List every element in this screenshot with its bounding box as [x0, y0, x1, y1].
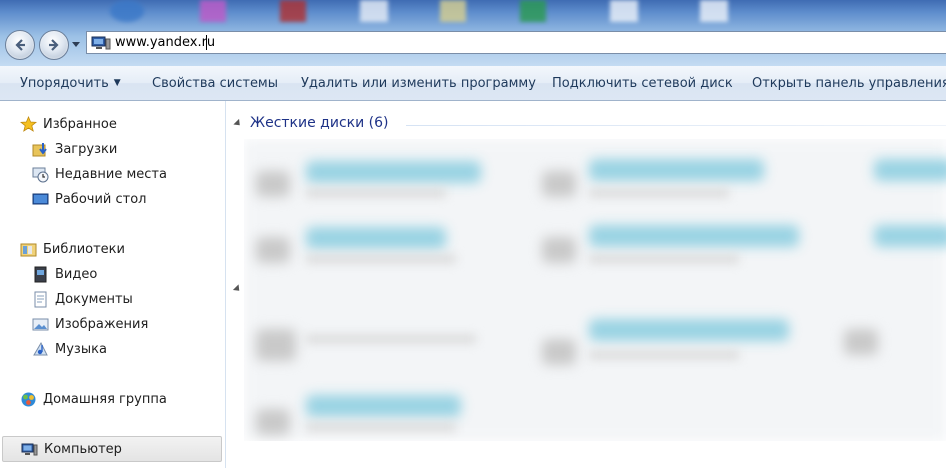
system-properties-button[interactable]: Свойства системы	[152, 76, 278, 91]
drive-icon	[542, 171, 576, 197]
sidebar-item-label: Загрузки	[55, 141, 118, 157]
drive-usage-bar	[306, 161, 481, 183]
sidebar-item-documents[interactable]: Документы	[32, 289, 133, 309]
address-bar[interactable]	[86, 31, 946, 54]
sidebar-item-music[interactable]: Музыка	[32, 339, 107, 359]
music-library-icon	[32, 341, 49, 358]
recent-places-icon	[32, 166, 49, 183]
arrow-left-icon	[15, 39, 25, 51]
command-bar: Упорядочить ▼ Свойства системы Удалить ил…	[0, 66, 946, 101]
drive-usage-bar	[874, 225, 946, 247]
documents-library-icon	[32, 291, 49, 308]
drive-icon	[256, 409, 290, 435]
homegroup-icon	[20, 391, 37, 408]
sidebar-item-favorites[interactable]: Избранное	[20, 114, 117, 134]
drive-icon	[844, 329, 878, 355]
downloads-folder-icon	[32, 141, 49, 158]
sidebar-item-label: Избранное	[43, 116, 117, 132]
forward-button[interactable]	[39, 30, 69, 60]
sidebar-item-label: Рабочий стол	[55, 191, 147, 207]
sidebar-item-label: Недавние места	[55, 166, 167, 182]
history-dropdown-icon[interactable]	[72, 42, 80, 47]
uninstall-program-button[interactable]: Удалить или изменить программу	[301, 76, 536, 91]
hard-drives-group-header[interactable]: Жесткие диски (6)	[233, 115, 389, 131]
sidebar-item-pictures[interactable]: Изображения	[32, 314, 148, 334]
sidebar-item-homegroup[interactable]: Домашняя группа	[20, 389, 167, 409]
taskbar-icon	[440, 0, 466, 22]
open-control-panel-button[interactable]: Открыть панель управления	[752, 76, 946, 91]
drive-usage-bar	[589, 159, 764, 181]
sidebar-item-label: Домашняя группа	[43, 391, 167, 407]
chevron-down-icon: ▼	[113, 78, 121, 88]
desktop-icon	[32, 191, 49, 208]
address-input[interactable]	[115, 35, 715, 50]
blurred-drive-list	[244, 139, 946, 441]
taskbar-icon	[610, 0, 638, 22]
drive-icon	[256, 329, 296, 361]
drive-usage-bar	[306, 227, 446, 249]
sidebar-item-label: Изображения	[55, 316, 149, 332]
sidebar-item-desktop[interactable]: Рабочий стол	[32, 189, 146, 209]
back-button[interactable]	[5, 30, 35, 60]
blurred-text	[306, 423, 456, 431]
group-title: Жесткие диски (6)	[250, 115, 389, 131]
map-network-drive-button[interactable]: Подключить сетевой диск	[552, 76, 733, 91]
arrow-right-icon	[49, 39, 59, 51]
taskbar-icon	[110, 0, 144, 22]
video-library-icon	[32, 266, 49, 283]
blurred-text	[589, 255, 739, 263]
content-pane: Жесткие диски (6)	[226, 101, 946, 468]
drive-usage-bar	[589, 319, 789, 341]
drive-icon	[256, 237, 290, 263]
sidebar-item-downloads[interactable]: Загрузки	[32, 139, 117, 159]
star-icon	[20, 115, 37, 133]
collapse-triangle-icon	[233, 118, 243, 128]
taskbar-icon	[200, 0, 226, 22]
drive-icon	[542, 339, 576, 365]
sidebar-item-label: Видео	[55, 266, 98, 282]
taskbar-icon	[360, 0, 388, 22]
organize-label: Упорядочить	[20, 76, 109, 91]
drive-icon	[256, 171, 290, 197]
taskbar-icon	[700, 0, 728, 22]
expand-triangle-icon[interactable]	[232, 284, 243, 294]
blurred-text	[589, 189, 729, 197]
blurred-text	[306, 255, 456, 263]
blurred-text	[306, 189, 446, 197]
pictures-library-icon	[32, 316, 49, 333]
computer-icon	[91, 36, 111, 49]
sidebar-item-label: Музыка	[55, 341, 107, 357]
sidebar-item-libraries[interactable]: Библиотеки	[20, 239, 125, 259]
drive-usage-bar	[589, 225, 799, 247]
sidebar-item-video[interactable]: Видео	[32, 264, 97, 284]
sidebar-item-label: Документы	[55, 291, 133, 307]
drive-icon	[542, 237, 576, 263]
sidebar-item-computer[interactable]: Компьютер	[2, 436, 222, 462]
sidebar-item-recent-places[interactable]: Недавние места	[32, 164, 167, 184]
window-chrome	[0, 0, 946, 66]
computer-icon	[21, 441, 38, 458]
libraries-icon	[20, 241, 37, 258]
sidebar-item-label: Библиотеки	[43, 241, 125, 257]
navigation-pane: Избранное Загрузки Недавние места Рабочи…	[0, 101, 226, 468]
drive-usage-bar	[306, 395, 461, 417]
sidebar-item-label: Компьютер	[44, 441, 122, 457]
organize-button[interactable]: Упорядочить ▼	[20, 76, 121, 91]
blurred-text	[306, 335, 476, 343]
group-divider	[406, 125, 946, 126]
taskbar-icon	[520, 0, 546, 22]
text-caret	[206, 35, 207, 50]
drive-usage-bar	[874, 159, 946, 181]
taskbar-icon	[280, 0, 306, 22]
blurred-text	[589, 351, 739, 359]
